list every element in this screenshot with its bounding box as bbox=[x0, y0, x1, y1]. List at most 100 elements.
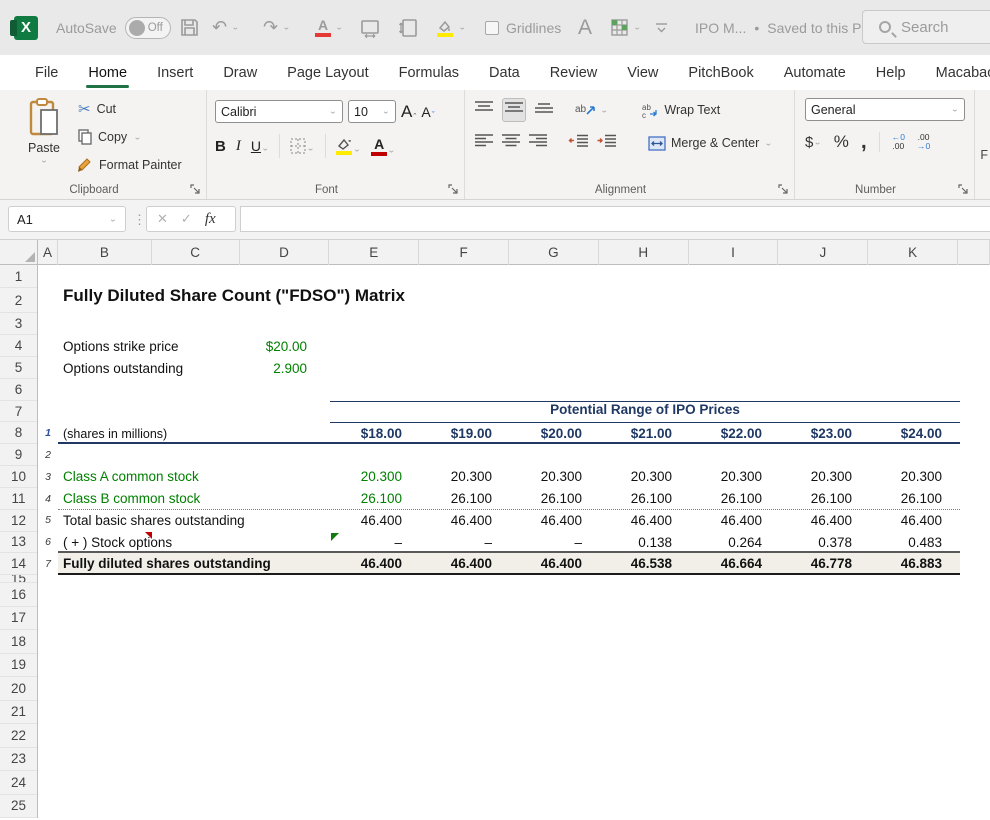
increase-font-button[interactable]: Aˆ bbox=[401, 102, 416, 122]
accounting-format-button[interactable]: $ ⌄ bbox=[805, 134, 822, 151]
font-name-select[interactable]: Calibri ⌄ bbox=[215, 100, 343, 123]
value-cell[interactable]: 46.538 bbox=[600, 553, 690, 575]
price-header-cell[interactable]: $24.00 bbox=[870, 422, 960, 445]
value-cell[interactable]: 46.400 bbox=[330, 553, 420, 575]
tab-file[interactable]: File bbox=[20, 55, 73, 90]
fill-color-button-ribbon[interactable]: ⌄ bbox=[336, 138, 361, 155]
param-value-cell[interactable]: $20.00 bbox=[240, 339, 330, 354]
value-cell[interactable]: 46.883 bbox=[870, 553, 960, 575]
param-label-cell[interactable]: Options outstanding bbox=[63, 361, 183, 376]
align-right-button[interactable] bbox=[529, 134, 547, 152]
align-middle-button[interactable] bbox=[502, 98, 526, 122]
italic-button[interactable]: I bbox=[236, 138, 241, 155]
range-header-cell[interactable]: Potential Range of IPO Prices bbox=[330, 401, 960, 422]
cancel-icon[interactable]: ✕ bbox=[157, 211, 168, 227]
sheet-title-cell[interactable]: Fully Diluted Share Count ("FDSO") Matri… bbox=[63, 286, 405, 306]
tab-automate[interactable]: Automate bbox=[769, 55, 861, 90]
value-cell[interactable]: 20.300 bbox=[600, 466, 690, 488]
value-cell[interactable]: 46.400 bbox=[870, 510, 960, 532]
value-cell[interactable]: 20.300 bbox=[420, 466, 510, 488]
font-dialog-launcher[interactable] bbox=[448, 184, 459, 195]
tab-review[interactable]: Review bbox=[535, 55, 613, 90]
tab-view[interactable]: View bbox=[612, 55, 673, 90]
row-label-cell[interactable]: Class B common stock bbox=[58, 488, 330, 510]
number-format-select[interactable]: General ⌄ bbox=[805, 98, 965, 121]
value-cell[interactable]: 26.100 bbox=[780, 488, 870, 510]
underline-button[interactable]: U ⌄ bbox=[251, 138, 270, 154]
cut-button[interactable]: ✂ Cut bbox=[78, 98, 182, 120]
decrease-indent-button[interactable] bbox=[569, 134, 588, 152]
value-cell[interactable]: 0.378 bbox=[780, 532, 870, 554]
value-cell[interactable]: 0.138 bbox=[600, 532, 690, 554]
column-width-button[interactable] bbox=[360, 0, 380, 55]
decrease-font-button[interactable]: Aˇ bbox=[421, 104, 434, 120]
name-box[interactable]: A1 ⌄ bbox=[8, 206, 126, 232]
align-left-button[interactable] bbox=[475, 134, 493, 152]
undo-button[interactable]: ↶ ⌄ bbox=[212, 0, 239, 55]
enter-icon[interactable]: ✓ bbox=[181, 211, 192, 227]
value-cell[interactable]: 20.300 bbox=[330, 466, 420, 488]
value-cell[interactable]: 26.100 bbox=[870, 488, 960, 510]
tab-home[interactable]: Home bbox=[73, 55, 142, 90]
formula-input[interactable] bbox=[240, 206, 990, 232]
value-cell[interactable]: 20.300 bbox=[690, 466, 780, 488]
increase-decimal-button[interactable]: ←0 .00 bbox=[892, 133, 905, 152]
value-cell[interactable]: 26.100 bbox=[600, 488, 690, 510]
orientation-button[interactable]: ab ⌄ bbox=[575, 102, 608, 118]
save-button[interactable] bbox=[180, 0, 199, 55]
format-painter-button[interactable]: Format Painter bbox=[78, 154, 182, 176]
copy-button[interactable]: Copy ⌄ bbox=[78, 126, 182, 148]
gridlines-toggle[interactable]: Gridlines bbox=[485, 0, 561, 55]
price-header-cell[interactable]: $22.00 bbox=[690, 422, 780, 445]
align-center-button[interactable] bbox=[502, 134, 520, 152]
value-cell[interactable]: – bbox=[330, 532, 420, 554]
value-cell[interactable]: 46.400 bbox=[420, 510, 510, 532]
value-cell[interactable]: 46.400 bbox=[330, 510, 420, 532]
row-label-cell[interactable]: Total basic shares outstanding bbox=[58, 510, 330, 532]
value-cell[interactable]: – bbox=[510, 532, 600, 554]
price-header-cell[interactable]: $20.00 bbox=[510, 422, 600, 445]
value-cell[interactable]: 26.100 bbox=[510, 488, 600, 510]
align-top-button[interactable] bbox=[475, 101, 493, 119]
table-style-button[interactable]: ⌄ bbox=[610, 0, 641, 55]
drag-handle-icon[interactable]: ⋮ bbox=[133, 212, 146, 228]
wrap-text-button[interactable]: ab c Wrap Text bbox=[642, 103, 720, 118]
alignment-dialog-launcher[interactable] bbox=[778, 184, 789, 195]
row-label-cell[interactable]: Class A common stock bbox=[58, 466, 330, 488]
value-cell[interactable]: 46.400 bbox=[420, 553, 510, 575]
saved-status[interactable]: Saved to this PC bbox=[767, 20, 871, 36]
redo-button[interactable]: ↷ ⌄ bbox=[263, 0, 290, 55]
increase-indent-button[interactable] bbox=[597, 134, 616, 152]
borders-button[interactable]: ⌄ bbox=[290, 138, 314, 154]
units-note-cell[interactable]: (shares in millions) bbox=[58, 423, 330, 445]
param-label-cell[interactable]: Options strike price bbox=[63, 339, 179, 354]
price-header-cell[interactable]: $18.00 bbox=[330, 422, 420, 445]
price-header-cell[interactable]: $23.00 bbox=[780, 422, 870, 445]
align-bottom-button[interactable] bbox=[535, 101, 553, 119]
value-cell[interactable]: 20.300 bbox=[870, 466, 960, 488]
paste-button[interactable]: Paste ⌄ bbox=[18, 98, 70, 176]
value-cell[interactable]: 46.400 bbox=[510, 510, 600, 532]
document-title[interactable]: IPO M... bbox=[695, 20, 746, 36]
value-cell[interactable]: 26.100 bbox=[330, 488, 420, 510]
value-cell[interactable]: 0.264 bbox=[690, 532, 780, 554]
percent-button[interactable]: % bbox=[834, 132, 849, 152]
search-input[interactable]: Search bbox=[862, 10, 990, 44]
value-cell[interactable]: 26.100 bbox=[420, 488, 510, 510]
bold-button[interactable]: AB bbox=[215, 138, 226, 155]
font-size-select[interactable]: 10 ⌄ bbox=[348, 100, 396, 123]
value-cell[interactable]: 46.400 bbox=[600, 510, 690, 532]
tab-formulas[interactable]: Formulas bbox=[384, 55, 474, 90]
tab-data[interactable]: Data bbox=[474, 55, 535, 90]
fill-color-button[interactable]: ⌄ bbox=[436, 0, 466, 55]
value-cell[interactable]: 20.300 bbox=[510, 466, 600, 488]
comma-style-button[interactable]: , bbox=[861, 137, 867, 147]
font-color-button[interactable]: A ⌄ bbox=[315, 0, 343, 55]
price-header-cell[interactable]: $19.00 bbox=[420, 422, 510, 445]
tab-insert[interactable]: Insert bbox=[142, 55, 208, 90]
clipboard-dialog-launcher[interactable] bbox=[190, 184, 201, 195]
value-cell[interactable]: 46.664 bbox=[690, 553, 780, 575]
tab-help[interactable]: Help bbox=[861, 55, 921, 90]
tab-draw[interactable]: Draw bbox=[208, 55, 272, 90]
value-cell[interactable]: 46.400 bbox=[690, 510, 780, 532]
